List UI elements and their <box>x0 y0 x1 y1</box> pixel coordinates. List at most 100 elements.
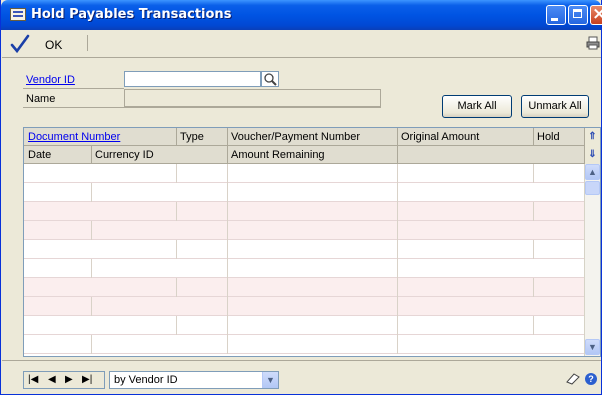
header-bottom-divider <box>23 107 381 108</box>
footer: |◀ ◀ ▶ ▶| by Vendor ID ▼ ? <box>2 360 601 395</box>
ok-button[interactable]: OK <box>10 34 80 54</box>
unmark-all-button[interactable]: Unmark All <box>521 95 589 118</box>
window-title: Hold Payables Transactions <box>31 7 232 22</box>
table-row[interactable] <box>24 297 584 316</box>
col-divider <box>227 146 228 164</box>
col-hold: Hold <box>537 131 560 143</box>
col-document-number[interactable]: Document Number <box>28 131 120 143</box>
mark-all-button[interactable]: Mark All <box>442 95 512 118</box>
record-navigator: |◀ ◀ ▶ ▶| <box>23 371 105 389</box>
help-icon[interactable]: ? <box>585 373 597 385</box>
scroll-thumb[interactable] <box>585 181 600 195</box>
cell-divider <box>227 202 228 221</box>
col-original-amount: Original Amount <box>401 131 480 143</box>
cell-divider <box>227 183 228 202</box>
cell-divider <box>533 316 534 335</box>
minimize-button[interactable] <box>546 5 566 25</box>
cell-divider <box>176 316 177 335</box>
collapse-rows-button[interactable]: ⇑ <box>584 128 600 146</box>
cell-divider <box>176 278 177 297</box>
cell-divider <box>227 221 228 240</box>
cell-divider <box>397 183 398 202</box>
table-row[interactable] <box>24 202 584 221</box>
cell-divider <box>91 221 92 240</box>
cell-divider <box>227 240 228 259</box>
col-divider <box>397 146 398 164</box>
cell-divider <box>227 316 228 335</box>
sort-by-select[interactable]: by Vendor ID ▼ <box>109 371 279 389</box>
col-divider <box>176 128 177 146</box>
title-bar: Hold Payables Transactions <box>1 0 602 30</box>
name-label: Name <box>26 93 56 105</box>
vendor-id-input[interactable] <box>124 71 261 87</box>
first-record-icon[interactable]: |◀ <box>28 374 38 385</box>
cell-divider <box>91 183 92 202</box>
cell-divider <box>533 278 534 297</box>
maximize-button[interactable] <box>568 5 588 25</box>
cell-divider <box>176 164 177 183</box>
col-currency-id: Currency ID <box>95 149 154 161</box>
col-type: Type <box>180 131 204 143</box>
ok-label: OK <box>45 38 63 52</box>
chevron-down-icon[interactable]: ▼ <box>262 372 278 388</box>
note-icon[interactable] <box>566 373 580 385</box>
cell-divider <box>397 259 398 278</box>
cell-divider <box>91 335 92 354</box>
cell-divider <box>397 202 398 221</box>
print-icon[interactable] <box>586 36 600 50</box>
cell-divider <box>176 202 177 221</box>
transactions-grid: Document Number Type Voucher/Payment Num… <box>23 127 601 357</box>
cell-divider <box>227 335 228 354</box>
vendor-name-field <box>124 89 381 107</box>
check-icon <box>10 34 30 54</box>
cell-divider <box>227 297 228 316</box>
grid-header-row-1: Document Number Type Voucher/Payment Num… <box>24 128 584 146</box>
vertical-scrollbar[interactable]: ▲ ▼ <box>584 164 600 356</box>
vendor-lookup-button[interactable] <box>261 71 279 87</box>
last-record-icon[interactable]: ▶| <box>82 374 92 385</box>
expand-rows-button[interactable]: ⇓ <box>584 146 600 164</box>
col-divider <box>227 128 228 146</box>
cell-divider <box>91 297 92 316</box>
table-row[interactable] <box>24 164 584 183</box>
grid-rows <box>24 164 584 356</box>
cell-divider <box>227 259 228 278</box>
col-voucher-payment-number: Voucher/Payment Number <box>231 131 361 143</box>
header-divider <box>23 88 124 89</box>
scroll-down-button[interactable]: ▼ <box>585 339 600 355</box>
table-row[interactable] <box>24 183 584 202</box>
col-date: Date <box>28 149 52 161</box>
table-row[interactable] <box>24 335 584 354</box>
cell-divider <box>533 164 534 183</box>
cell-divider <box>397 278 398 297</box>
table-row[interactable] <box>24 259 584 278</box>
toolbar: OK <box>2 31 601 58</box>
col-divider <box>91 146 92 164</box>
cell-divider <box>227 164 228 183</box>
table-row[interactable] <box>24 240 584 259</box>
cell-divider <box>533 240 534 259</box>
col-amount-remaining: Amount Remaining <box>231 149 325 161</box>
cell-divider <box>533 202 534 221</box>
table-row[interactable] <box>24 278 584 297</box>
cell-divider <box>397 221 398 240</box>
cell-divider <box>397 164 398 183</box>
grid-header-row-2: Date Currency ID Amount Remaining <box>24 146 584 164</box>
next-record-icon[interactable]: ▶ <box>65 374 73 385</box>
toolbar-separator <box>87 35 88 51</box>
table-row[interactable] <box>24 316 584 335</box>
cell-divider <box>91 259 92 278</box>
sort-by-value: by Vendor ID <box>114 374 178 386</box>
magnifier-icon <box>264 73 277 86</box>
cell-divider <box>397 316 398 335</box>
close-button[interactable] <box>590 4 602 25</box>
cell-divider <box>397 297 398 316</box>
col-divider <box>533 128 534 146</box>
cell-divider <box>176 240 177 259</box>
previous-record-icon[interactable]: ◀ <box>48 374 56 385</box>
cell-divider <box>227 278 228 297</box>
vendor-id-link[interactable]: Vendor ID <box>26 74 75 86</box>
table-row[interactable] <box>24 221 584 240</box>
scroll-up-button[interactable]: ▲ <box>585 164 600 180</box>
cell-divider <box>397 335 398 354</box>
